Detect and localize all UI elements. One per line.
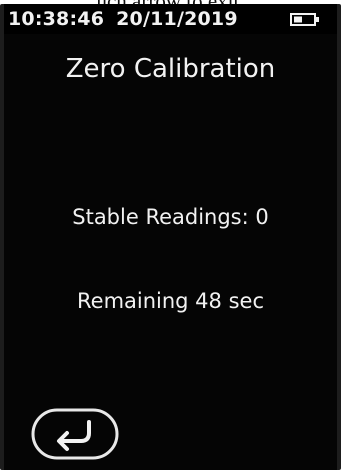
page-title: Zero Calibration bbox=[65, 54, 276, 84]
status-bar: 10:38:46 20/11/2019 bbox=[4, 4, 337, 34]
status-time: 10:38:46 bbox=[8, 8, 105, 30]
stable-readings-text: Stable Readings: 0 bbox=[72, 205, 269, 229]
device-screen: 10:38:46 20/11/2019 Zero Calibration Stab… bbox=[4, 4, 337, 470]
status-datetime: 10:38:46 20/11/2019 bbox=[8, 8, 238, 30]
device-frame: 10:38:46 20/11/2019 Zero Calibration Stab… bbox=[0, 4, 341, 470]
battery-icon bbox=[290, 13, 319, 26]
remaining-time-text: Remaining 48 sec bbox=[77, 289, 264, 313]
return-arrow-icon bbox=[57, 420, 91, 451]
page: uch arrow to exit. 10:38:4620/11/2019 Ze… bbox=[0, 0, 341, 470]
status-date: 20/11/2019 bbox=[116, 8, 238, 30]
back-button[interactable] bbox=[31, 408, 119, 460]
